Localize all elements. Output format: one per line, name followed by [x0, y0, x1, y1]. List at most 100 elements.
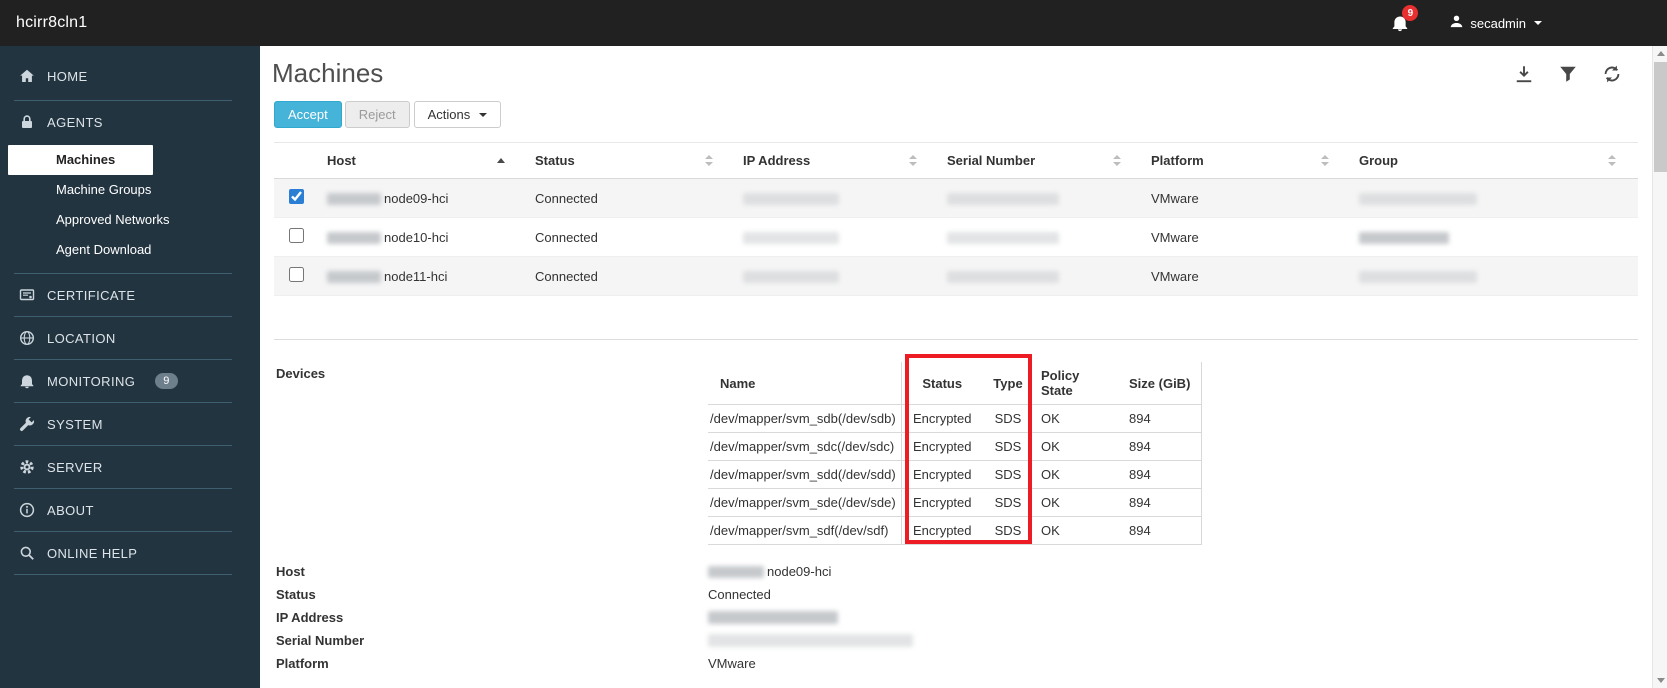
sidebar-item-agents[interactable]: AGENTS [0, 101, 260, 143]
accept-button[interactable]: Accept [274, 101, 342, 128]
machine-row[interactable]: node09-hci Connected VMware [274, 178, 1638, 218]
sidebar-item-certificate[interactable]: CERTIFICATE [0, 274, 260, 316]
device-row: /dev/mapper/svm_sdf(/dev/sdf) Encrypted … [708, 516, 1202, 545]
sidebar-item-monitoring[interactable]: MONITORING 9 [0, 360, 260, 402]
host-cell: node09-hci [319, 178, 527, 218]
sort-asc-icon[interactable] [497, 158, 505, 163]
device-type: SDS [983, 432, 1033, 461]
scroll-up-button[interactable] [1653, 46, 1667, 61]
redacted-serial [947, 270, 1059, 283]
info-icon [18, 502, 35, 519]
device-size: 894 [1121, 460, 1202, 489]
group-cell [1351, 256, 1638, 296]
column-header-host[interactable]: Host [327, 153, 356, 168]
devices-label: Devices [276, 366, 326, 381]
sort-icon[interactable] [705, 155, 713, 166]
sidebar-item-label: SERVER [47, 459, 103, 475]
sidebar-item-label: SYSTEM [47, 416, 103, 432]
notification-badge: 9 [1402, 5, 1419, 21]
column-header-status[interactable]: Status [535, 153, 575, 168]
sort-icon[interactable] [1321, 155, 1329, 166]
device-status: Encrypted [901, 432, 983, 461]
sidebar-item-home[interactable]: HOME [0, 52, 260, 100]
header-checkbox-cell [274, 142, 319, 179]
topbar-right: 9 secadmin [1391, 5, 1667, 32]
sidebar-item-approved-networks[interactable]: Approved Networks [0, 205, 260, 235]
download-icon[interactable] [1514, 64, 1534, 84]
group-cell [1351, 178, 1638, 218]
device-type: SDS [983, 460, 1033, 489]
scroll-down-button[interactable] [1653, 673, 1667, 688]
devices-table: Name Status Type Policy State Size (GiB)… [708, 362, 1202, 545]
wrench-icon [18, 416, 35, 433]
sidebar-item-label: ONLINE HELP [47, 545, 138, 561]
sidebar-item-machine-groups[interactable]: Machine Groups [0, 175, 260, 205]
redacted-host-prefix [708, 566, 764, 578]
row-checkbox[interactable] [289, 267, 304, 282]
machine-row[interactable]: node10-hci Connected VMware [274, 217, 1638, 257]
machines-table-header-row: Host Status IP Address Serial Number Pla… [274, 142, 1638, 179]
status-cell: Connected [527, 256, 735, 296]
sort-icon[interactable] [1608, 155, 1616, 166]
actions-dropdown-button[interactable]: Actions [413, 101, 502, 128]
host-cell: node10-hci [319, 217, 527, 257]
notifications-button[interactable]: 9 [1391, 5, 1419, 32]
device-policy-state: OK [1033, 516, 1121, 545]
column-header-group[interactable]: Group [1359, 153, 1398, 168]
topbar: hcirr8cln1 9 secadmin [0, 0, 1667, 46]
redacted-host-prefix [327, 270, 381, 283]
platform-cell: VMware [1143, 256, 1351, 296]
sidebar-item-location[interactable]: LOCATION [0, 317, 260, 359]
column-header-ip-address[interactable]: IP Address [743, 153, 810, 168]
field-value-status: Connected [708, 587, 771, 602]
sidebar: HOME AGENTS Machines Machine Groups Appr… [0, 46, 260, 688]
user-menu[interactable]: secadmin [1449, 14, 1542, 32]
serial-cell [939, 256, 1143, 296]
refresh-icon[interactable] [1602, 64, 1622, 84]
column-header-platform[interactable]: Platform [1151, 153, 1204, 168]
machine-row[interactable]: node11-hci Connected VMware [274, 256, 1638, 296]
devices-col-type: Type [983, 362, 1033, 405]
status-cell: Connected [527, 217, 735, 257]
sidebar-item-system[interactable]: SYSTEM [0, 403, 260, 445]
device-policy-state: OK [1033, 432, 1121, 461]
field-value-platform: VMware [708, 656, 756, 671]
reject-button[interactable]: Reject [344, 101, 410, 128]
scrollbar-thumb[interactable] [1654, 62, 1667, 172]
app-title: hcirr8cln1 [16, 14, 88, 31]
devices-table-wrap: Name Status Type Policy State Size (GiB)… [708, 354, 1202, 545]
user-icon [1449, 14, 1464, 32]
sidebar-item-online-help[interactable]: ONLINE HELP [0, 532, 260, 574]
redacted-serial [947, 192, 1059, 205]
sidebar-item-about[interactable]: ABOUT [0, 489, 260, 531]
ip-cell [735, 256, 939, 296]
device-size: 894 [1121, 404, 1202, 433]
field-label-status: Status [276, 587, 316, 602]
device-status: Encrypted [901, 516, 983, 545]
home-icon [18, 68, 35, 85]
lock-icon [18, 114, 35, 131]
filter-icon[interactable] [1558, 64, 1578, 84]
status-cell: Connected [527, 178, 735, 218]
row-checkbox[interactable] [289, 228, 304, 243]
sidebar-item-agent-download[interactable]: Agent Download [0, 235, 260, 265]
column-header-serial-number[interactable]: Serial Number [947, 153, 1035, 168]
device-row: /dev/mapper/svm_sdc(/dev/sdc) Encrypted … [708, 432, 1202, 461]
detail-fields: Host node09-hci Status Connected IP Addr… [274, 561, 1638, 675]
sort-icon[interactable] [909, 155, 917, 166]
field-label-ip-address: IP Address [276, 610, 344, 625]
sidebar-item-machines[interactable]: Machines [8, 145, 153, 175]
devices-col-status: Status [901, 362, 983, 405]
field-value-host: node09-hci [708, 561, 831, 583]
ip-cell [735, 217, 939, 257]
sidebar-item-server[interactable]: SERVER [0, 446, 260, 488]
row-checkbox[interactable] [289, 189, 304, 204]
device-row: /dev/mapper/svm_sdd(/dev/sdd) Encrypted … [708, 460, 1202, 489]
device-name: /dev/mapper/svm_sdb(/dev/sdb) [708, 404, 902, 433]
arrow-down-icon [1656, 678, 1665, 683]
vertical-scrollbar[interactable] [1652, 46, 1667, 688]
sort-icon[interactable] [1113, 155, 1121, 166]
device-size: 894 [1121, 432, 1202, 461]
device-policy-state: OK [1033, 460, 1121, 489]
field-value-serial-number [708, 630, 916, 652]
